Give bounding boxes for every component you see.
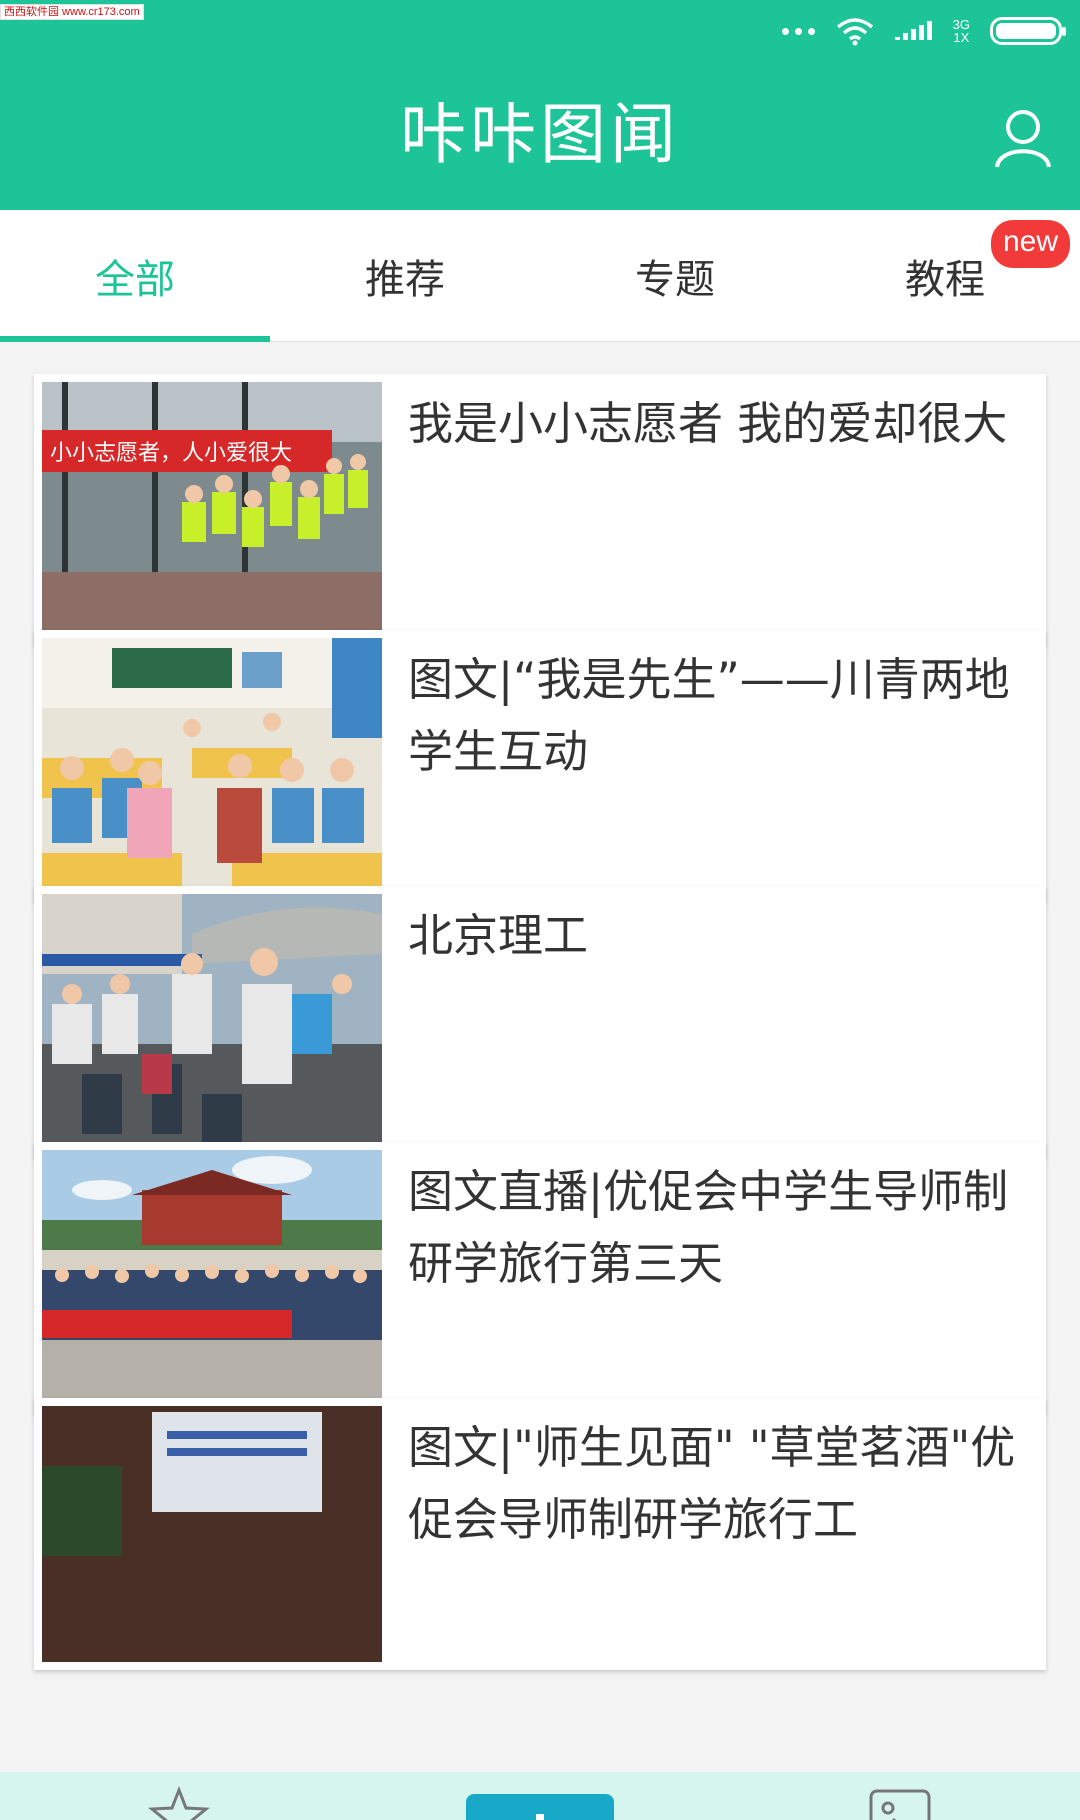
app-title: 咔咔图闻 (400, 96, 680, 173)
news-thumbnail (42, 1406, 382, 1662)
news-title: 图文|“我是先生”——川青两地学生互动 (408, 653, 1010, 778)
news-card[interactable]: 北京理工 (34, 886, 1046, 1158)
news-thumbnail (42, 1150, 382, 1406)
news-card[interactable]: 图文|"师生见面" "草堂茗酒"优促会导师制研学旅行工 (34, 1398, 1046, 1670)
news-title: 我是小小志愿者 我的爱却很大 (408, 397, 1008, 450)
signal-icon (894, 21, 932, 40)
star-icon[interactable] (148, 1786, 210, 1820)
wifi-icon (836, 18, 873, 46)
news-thumbnail (42, 638, 382, 894)
tab-topics[interactable]: 专题 (540, 210, 810, 341)
bottom-nav (0, 1772, 1080, 1820)
tab-all[interactable]: 全部 (0, 210, 270, 342)
tab-recommended[interactable]: 推荐 (270, 210, 540, 341)
plus-icon[interactable] (466, 1794, 614, 1820)
news-card[interactable]: 图文|“我是先生”——川青两地学生互动 (34, 630, 1046, 902)
category-tabs: 全部 推荐 专题 教程 new (0, 210, 1080, 342)
status-bar: 3G 1X (781, 14, 1066, 48)
news-card[interactable]: 图文直播|优促会中学生导师制研学旅行第三天 (34, 1142, 1046, 1414)
battery-icon (990, 17, 1066, 45)
more-dots-icon (781, 27, 815, 35)
news-title: 图文直播|优促会中学生导师制研学旅行第三天 (408, 1165, 1009, 1290)
gallery-icon[interactable] (868, 1788, 932, 1820)
news-card[interactable]: 小小志愿者，人小爱很大 我是小小志愿者 我的爱却很大 (34, 374, 1046, 646)
tab-tutorials[interactable]: 教程 new (810, 210, 1080, 341)
watermark: 西西软件园 www.cr173.com (0, 4, 144, 20)
network-type: 3G 1X (952, 17, 970, 45)
news-title: 图文|"师生见面" "草堂茗酒"优促会导师制研学旅行工 (408, 1421, 1016, 1546)
news-thumbnail: 小小志愿者，人小爱很大 (42, 382, 382, 638)
news-title: 北京理工 (408, 909, 589, 962)
new-badge: new (990, 220, 1070, 268)
news-feed: 小小志愿者，人小爱很大 我是小小志愿者 我的爱却很大 图文|“我是先生”——川青… (0, 342, 1080, 1772)
news-thumbnail (42, 894, 382, 1150)
app-header: 3G 1X 咔咔图闻 (0, 0, 1080, 210)
volunteer-banner-text: 小小志愿者，人小爱很大 (50, 441, 292, 466)
user-icon[interactable] (994, 108, 1052, 170)
